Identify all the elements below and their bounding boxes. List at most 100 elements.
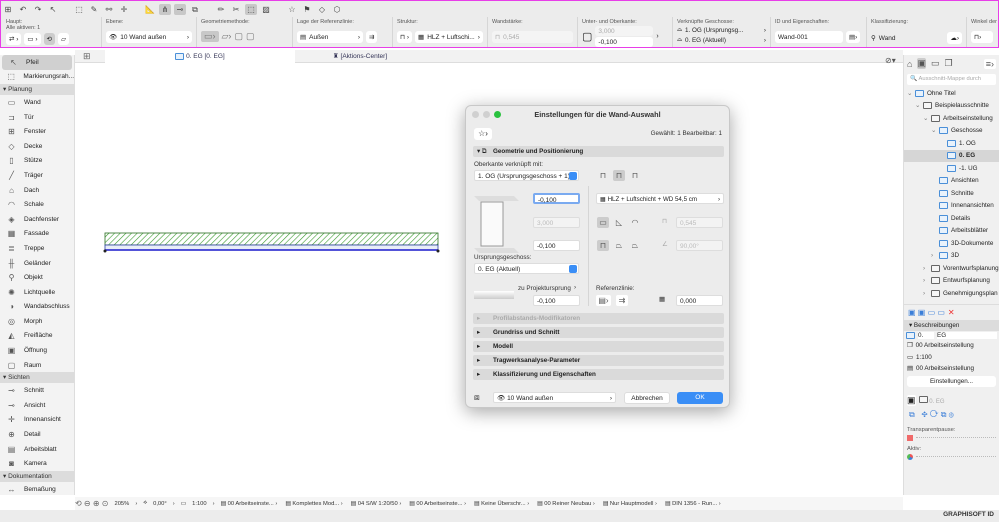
fill-icon[interactable]: ▨ [260,4,272,15]
publisher-icon[interactable]: ❐ [944,58,952,69]
tool-freifläche[interactable]: ◭ Freifläche [0,329,74,344]
flag-icon[interactable]: ⚑ [301,4,313,15]
ruler-icon[interactable]: 📐 [144,4,156,15]
minimize-button[interactable] [483,111,490,118]
section-planung[interactable]: ▾ Planung [0,84,74,96]
layout-book-icon[interactable]: ▭ [931,58,940,69]
search-input[interactable]: 🔍 Ausschnitt-Mappe durch [907,74,996,85]
tool-raum[interactable]: ▢ Raum [0,358,74,373]
element-type-button[interactable]: ⇄ › [6,33,22,45]
favorites-button[interactable]: ⟲ [43,33,55,45]
trace-source-select[interactable]: 0. EG [918,395,996,405]
redo-icon[interactable]: ↷ [32,4,44,15]
eyedropper-icon[interactable]: ✎ [88,4,100,15]
tree-item[interactable]: Details [904,212,999,225]
composite-select[interactable]: ▦ HLZ + Luftschicht + WD 54,5 cm › [596,193,724,204]
wall-outer-layer[interactable] [104,232,439,246]
tool-tür[interactable]: ⊐ Tür [0,110,74,125]
tool-morph[interactable]: ◎ Morph [0,314,74,329]
delete-icon[interactable]: ✕ [948,308,955,317]
zoom-button[interactable] [494,111,501,118]
top-offset-field[interactable]: -0,100 [533,193,580,204]
tool-wandabschluss[interactable]: ◑ Wandabschluss [0,300,74,315]
tree-item[interactable]: 0. EG [904,149,999,162]
settings-button[interactable]: ▱ [58,33,69,45]
section-model[interactable]: ▸ Modell [473,341,724,352]
trapez-wall-icon[interactable]: ▢ [246,31,255,42]
trim-icon[interactable]: ✂ [230,4,242,15]
tab-action-center[interactable]: ♜ [Aktions-Center] [295,50,425,63]
select-icon[interactable]: ⬚ [245,3,257,15]
top-field[interactable]: 3,000 [595,26,654,36]
zoom-value[interactable]: 205% [114,501,129,507]
structure-composite-icon[interactable]: ◺ [613,217,625,228]
tool-dach[interactable]: ⌂ Dach [0,183,74,198]
top-story-link[interactable]: 1. OG (Ursprungsg... [685,27,743,34]
tool-ansicht[interactable]: ⊸ Ansicht [0,398,74,413]
tree-item[interactable]: › Genehmigungsplan [904,287,999,300]
tree-item[interactable]: › Entwurfsplanung [904,275,999,288]
top-link-select[interactable]: 1. OG (Ursprungsgeschoss + 1) [474,170,579,181]
star-icon[interactable]: ☆ [286,4,298,15]
straight-wall-icon[interactable]: ▭› [201,31,219,42]
rect-wall-icon[interactable]: ▢ [234,31,243,42]
tree-item[interactable]: ⌄ Ohne Titel [904,87,999,100]
close-button[interactable] [472,111,479,118]
tool-arbeitsblatt[interactable]: ▤ Arbeitsblatt [0,442,74,457]
tree-item[interactable]: Arbeitsblätter [904,225,999,238]
wall-solid-icon[interactable]: ⊓ [613,170,625,181]
undo-icon[interactable]: ↶ [17,4,29,15]
marquee-icon[interactable]: ⬚ [73,4,85,15]
reference-offset-field[interactable]: 0,000 [676,295,723,306]
status-item[interactable]: ▤ DIN 1356 - Run... › [665,501,721,507]
favorite-icon[interactable]: ◇ [316,4,328,15]
status-item[interactable]: ▤ Nur Hauptmodell › [603,501,657,507]
section-structural[interactable]: ▸ Tragwerksanalyse-Parameter [473,355,724,366]
angle-button[interactable]: ⊓› [971,31,993,43]
project-origin-field[interactable]: -0,100 [533,295,580,306]
view-number-field[interactable]: 0. [918,331,934,339]
cross-icon[interactable]: ✛ [118,4,130,15]
compass-icon[interactable]: ⊘▾ [885,56,896,65]
section-sichten[interactable]: ▾ Sichten [0,372,74,384]
grid-icon[interactable]: ⊞ [2,4,14,15]
chevron-icon[interactable]: › [574,284,576,291]
properties-button[interactable]: ▤› [846,31,861,43]
structure-type-button[interactable]: ⊓ › [397,31,413,43]
tool-decke[interactable]: ◇ Decke [0,139,74,154]
flip-button[interactable]: ⇉ [366,31,378,43]
tree-item[interactable]: 3D-Dokumente [904,237,999,250]
tool-schale[interactable]: ◠ Schale [0,197,74,212]
tree-item[interactable]: -1. UG [904,162,999,175]
status-item[interactable]: ▤ Keine Überschr... › [474,501,529,507]
tool-kamera[interactable]: ◙ Kamera [0,456,74,471]
section-dokumentation[interactable]: ▾ Dokumentation [0,471,74,483]
tool-markierungsrah-[interactable]: ⬚ Markierungsrah... [0,70,74,85]
view-map-icon[interactable]: ▣ [917,58,926,69]
section-geometry[interactable]: ▾ ⧉ Geometrie und Positionierung [473,146,724,157]
section-floorplan[interactable]: ▸ Grundriss und Schnitt [473,327,724,338]
reference-line-select[interactable]: ▤ Außen › [297,31,363,43]
wall-straight-icon[interactable]: ⊓ [597,170,609,181]
tree-item[interactable]: Schnitte [904,187,999,200]
selection-button[interactable]: ▭ › [24,33,41,45]
tool-schnitt[interactable]: ⊸ Schnitt [0,383,74,398]
view-name-field[interactable]: EG [937,331,997,339]
3d-icon[interactable]: ⬡ [331,4,343,15]
tool-objekt[interactable]: ⚲ Objekt [0,270,74,285]
status-item[interactable]: ▤ 00 Arbeitseinste... › [221,501,278,507]
tab-floorplan[interactable]: 0. EG [0. EG] [105,50,295,63]
angle-value[interactable]: 0,00° [153,501,167,507]
home-story-select[interactable]: 0. EG (Aktuell) [474,263,579,274]
grid-view-icon[interactable]: ⊞ [83,51,91,62]
layer-select[interactable]: 👁 10 Wand außen › [106,31,192,43]
tool-öffnung[interactable]: ▣ Öffnung [0,343,74,358]
tool-lichtquelle[interactable]: ✺ Lichtquelle [0,285,74,300]
thickness-field[interactable]: 0,545 [676,217,723,228]
tree-item[interactable]: ⌄ Arbeitseinstellung [904,112,999,125]
tool-stütze[interactable]: ▯ Stütze [0,154,74,169]
bottom-offset-field[interactable]: -0,100 [533,240,580,251]
composite-select[interactable]: ▦ HLZ + Luftschi... › [415,31,483,43]
snap-icon[interactable]: ⋔ [159,3,171,15]
height-field[interactable]: 3,000 [533,217,580,228]
